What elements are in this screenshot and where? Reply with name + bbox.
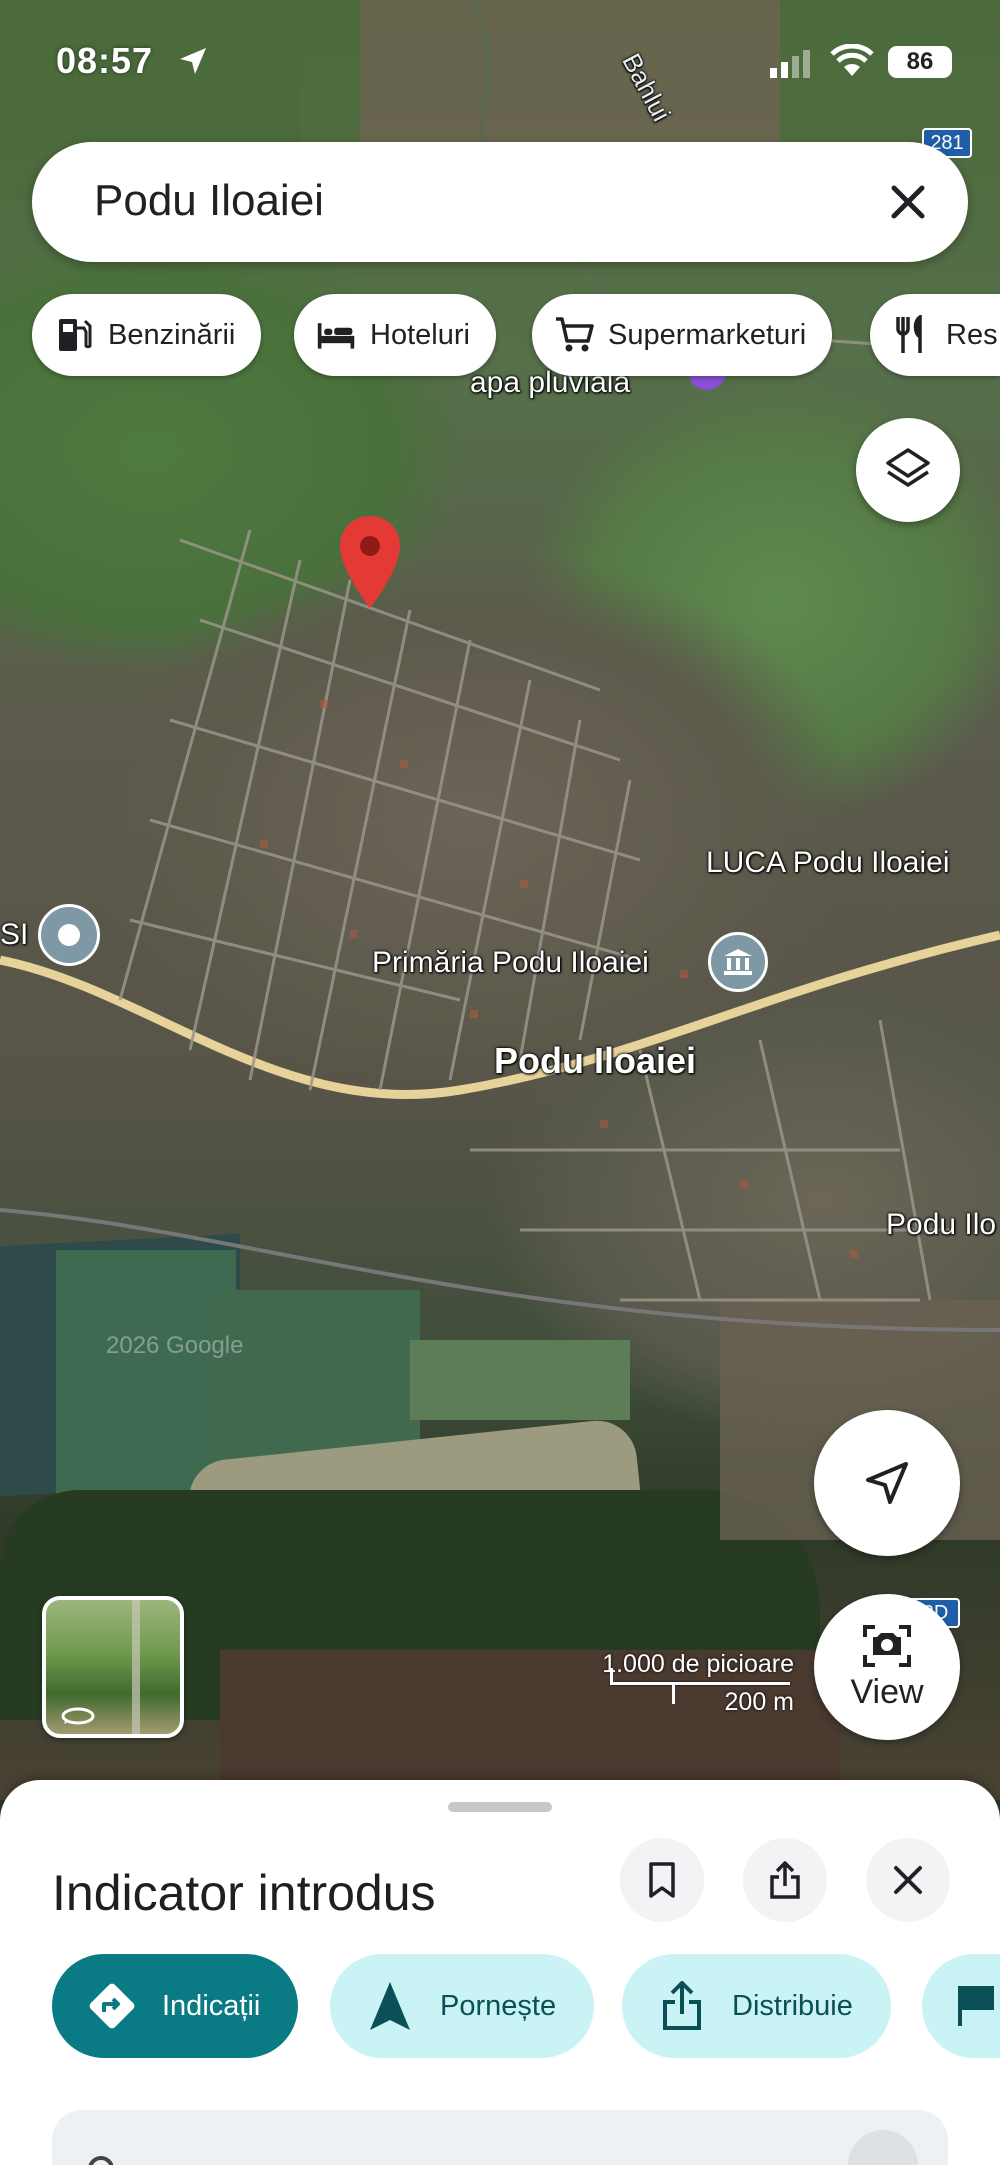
chip-gas-stations[interactable]: Benzinării	[32, 294, 262, 376]
bookmark-icon	[649, 1862, 675, 1898]
scale-meters: 200 m	[724, 1688, 794, 1716]
chip-label: Res	[946, 318, 998, 351]
dropped-pin-icon[interactable]	[338, 514, 402, 610]
share-button[interactable]	[743, 1838, 827, 1922]
map-copyright: 2026 Google	[106, 1332, 244, 1359]
town-label[interactable]: Podu Iloaiei	[494, 1040, 696, 1082]
view-button[interactable]: View	[814, 1594, 960, 1740]
more-action-button[interactable]	[922, 1954, 1000, 2058]
poi-label-primaria[interactable]: Primăria Podu Iloaiei	[372, 946, 649, 980]
search-bar[interactable]: Podu Iloaiei	[32, 142, 968, 262]
battery-indicator: 86	[888, 46, 952, 78]
directions-icon	[89, 1983, 135, 2029]
poi-label-si[interactable]: SI	[0, 918, 28, 952]
my-location-button[interactable]	[814, 1410, 960, 1556]
wifi-icon	[830, 44, 874, 76]
share-label: Distribuie	[732, 1989, 853, 2022]
city-hall-marker[interactable]	[708, 932, 768, 992]
chip-hotels[interactable]: Hoteluri	[294, 294, 496, 376]
close-sheet-button[interactable]	[866, 1838, 950, 1922]
signal-icon	[770, 50, 810, 78]
street-view-thumbnail[interactable]	[42, 1596, 184, 1738]
camera-lens-icon	[863, 1624, 911, 1667]
search-icon	[88, 2156, 114, 2165]
category-chips: Benzinării Hoteluri Supermarketuri Res	[0, 294, 1000, 378]
navigation-arrow-icon	[866, 1462, 908, 1504]
navigation-arrow-icon	[370, 1982, 410, 2030]
start-label: Pornește	[440, 1989, 557, 2022]
chip-label: Hoteluri	[370, 318, 470, 351]
share-icon	[663, 1981, 701, 2030]
gas-station-icon	[59, 319, 92, 351]
chip-label: Supermarketuri	[608, 318, 807, 351]
directions-label: Indicații	[162, 1989, 261, 2022]
layers-button[interactable]	[856, 418, 960, 522]
share-icon	[770, 1861, 800, 1899]
chip-label: Benzinării	[108, 318, 236, 351]
tree-trunk	[132, 1600, 140, 1734]
directions-button[interactable]: Indicații	[52, 1954, 299, 2058]
dot-icon	[58, 924, 80, 946]
scale-bar	[610, 1682, 790, 1685]
close-icon	[894, 1866, 922, 1894]
clear-search-button[interactable]	[878, 172, 938, 232]
view-label: View	[850, 1672, 924, 1711]
scale-tick	[672, 1682, 675, 1704]
location-arrow-icon	[180, 48, 206, 74]
status-time: 08:57	[56, 40, 154, 81]
chip-restaurants[interactable]: Res	[870, 294, 1000, 376]
address-card-button[interactable]	[848, 2130, 918, 2165]
bed-icon	[317, 323, 355, 349]
town-label-east[interactable]: Podu Ilo	[886, 1208, 996, 1242]
map-scale: 1.000 de picioare 200 m	[580, 1648, 800, 1718]
flag-icon	[958, 1986, 994, 2026]
place-bottom-sheet[interactable]: Indicator introdus Indicații Pornește Di…	[0, 1780, 1000, 2165]
layers-icon	[886, 448, 930, 487]
cart-icon	[556, 317, 594, 352]
sheet-drag-handle[interactable]	[448, 1802, 552, 1812]
location-marker[interactable]	[38, 904, 100, 966]
address-card[interactable]	[52, 2110, 948, 2165]
start-button[interactable]: Pornește	[330, 1954, 595, 2058]
sheet-title: Indicator introdus	[52, 1865, 436, 1921]
scale-tick	[610, 1668, 613, 1684]
chip-supermarkets[interactable]: Supermarketuri	[532, 294, 833, 376]
status-bar: 08:57 86	[0, 0, 1000, 130]
save-button[interactable]	[620, 1838, 704, 1922]
scale-feet: 1.000 de picioare	[602, 1650, 794, 1678]
building-icon	[724, 949, 752, 975]
share-action-button[interactable]: Distribuie	[622, 1954, 891, 2058]
close-icon	[891, 185, 925, 219]
search-input[interactable]: Podu Iloaiei	[94, 176, 324, 226]
poi-label-luca[interactable]: LUCA Podu Iloaiei	[706, 846, 950, 880]
rotate-360-icon	[61, 1707, 95, 1725]
restaurant-icon	[896, 315, 922, 353]
